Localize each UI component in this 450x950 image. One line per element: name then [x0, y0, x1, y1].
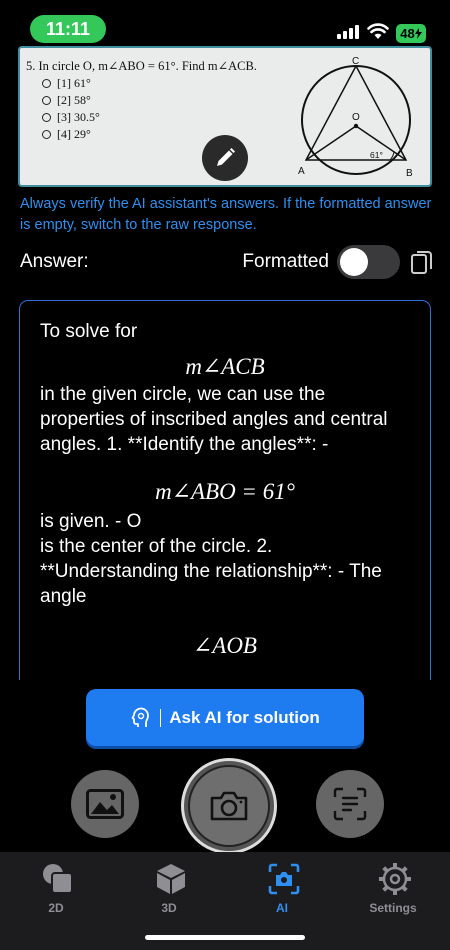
- label-b: B: [406, 168, 413, 179]
- tab-label: 3D: [161, 901, 177, 915]
- tab-label: AI: [276, 901, 288, 915]
- status-time: 11:11: [30, 15, 106, 43]
- image-icon: [86, 789, 124, 819]
- question-option: [4] 29°: [42, 126, 100, 143]
- question-option: [2] 58°: [42, 92, 100, 109]
- ask-ai-button[interactable]: Ask AI for solution: [86, 689, 364, 746]
- option-bubble-icon: [42, 79, 51, 88]
- math-expression: ∠AOB: [193, 633, 257, 658]
- verify-notice: Always verify the AI assistant's answers…: [20, 196, 432, 233]
- ask-ai-label: Ask AI for solution: [169, 707, 320, 727]
- tab-label: Settings: [369, 901, 417, 915]
- option-label: [2] 58°: [57, 93, 91, 107]
- gear-icon: [379, 863, 411, 895]
- tab-3d[interactable]: 3D: [124, 858, 214, 918]
- option-bubble-icon: [42, 96, 51, 105]
- option-label: [4] 29°: [57, 127, 91, 141]
- answer-text: is the center of the circle. 2. **Unders…: [40, 536, 382, 607]
- answer-text: To solve for: [40, 321, 138, 342]
- wifi-icon: [367, 23, 389, 39]
- scan-text-icon: [333, 787, 367, 821]
- answer-text: in the given circle, we can use the prop…: [40, 384, 388, 455]
- angle-label: 61°: [370, 150, 383, 160]
- option-bubble-icon: [42, 130, 51, 139]
- camera-icon: [210, 791, 248, 821]
- home-indicator[interactable]: [145, 935, 305, 940]
- answer-panel[interactable]: To solve for m∠ACB in the given circle, …: [19, 300, 431, 680]
- option-label: [1] 61°: [57, 76, 91, 90]
- math-expression: m∠ABO = 61°: [155, 479, 295, 504]
- answer-header: Answer: Formatted: [20, 245, 434, 279]
- battery-indicator: 48: [396, 24, 426, 43]
- question-options: [1] 61° [2] 58° [3] 30.5° [4] 29°: [42, 75, 100, 143]
- tab-2d[interactable]: 2D: [11, 858, 101, 918]
- circle-diagram: C O A B 61°: [298, 56, 413, 179]
- formatted-label: Formatted: [242, 251, 329, 272]
- ai-brain-icon: [131, 707, 150, 727]
- answer-label: Answer:: [20, 251, 89, 272]
- question-photo[interactable]: 5. In circle O, m∠ABO = 61°. Find m∠ACB.…: [18, 46, 432, 187]
- option-bubble-icon: [42, 113, 51, 122]
- shapes-2d-icon: [43, 864, 73, 894]
- battery-level: 48: [400, 26, 415, 41]
- question-text: 5. In circle O, m∠ABO = 61°. Find m∠ACB.: [26, 59, 257, 73]
- math-expression: m∠ACB: [185, 354, 265, 379]
- answer-text: is given. - O: [40, 511, 142, 532]
- tab-label: 2D: [48, 901, 64, 915]
- label-a: A: [298, 166, 305, 177]
- tab-ai[interactable]: AI: [237, 858, 327, 918]
- charging-bolt-icon: [414, 28, 422, 39]
- cellular-signal-icon: [337, 25, 359, 39]
- capture-button[interactable]: [181, 758, 277, 854]
- edit-photo-button[interactable]: [202, 135, 248, 181]
- toggle-knob: [340, 248, 368, 276]
- text-scan-button[interactable]: [316, 770, 384, 838]
- label-c: C: [352, 56, 359, 67]
- question-option: [1] 61°: [42, 75, 100, 92]
- question-option: [3] 30.5°: [42, 109, 100, 126]
- gallery-button[interactable]: [71, 770, 139, 838]
- option-label: [3] 30.5°: [57, 110, 100, 124]
- label-o: O: [352, 112, 360, 123]
- copy-icon[interactable]: [410, 249, 434, 277]
- cube-icon: [157, 864, 185, 894]
- formatted-toggle[interactable]: [337, 245, 400, 279]
- pencil-icon: [217, 148, 235, 166]
- ai-camera-icon: [268, 863, 300, 895]
- tab-settings[interactable]: Settings: [348, 858, 438, 918]
